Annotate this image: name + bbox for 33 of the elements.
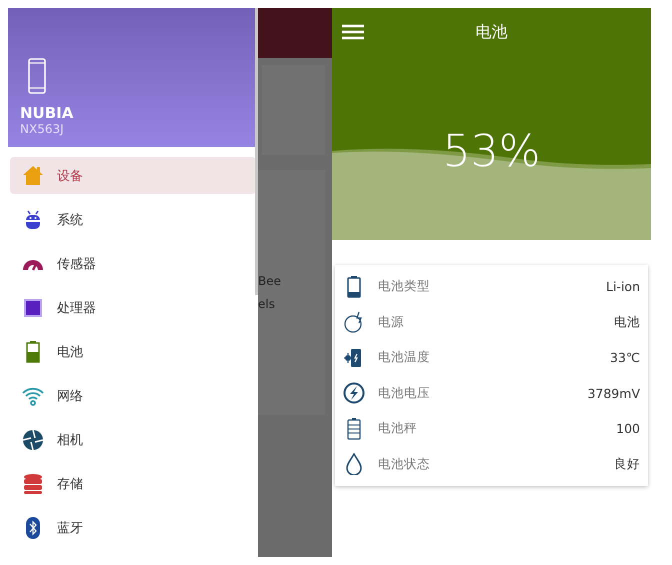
- battery-percentage: 53%: [442, 126, 540, 177]
- info-label: 电池秤: [378, 420, 418, 438]
- lightning-icon: [343, 382, 365, 404]
- menu-icon[interactable]: [342, 24, 364, 40]
- info-value: 33℃: [610, 350, 640, 366]
- info-label: 电池电压: [378, 384, 431, 402]
- drawer-item[interactable]: 传感器: [10, 245, 256, 282]
- info-value: Li-ion: [606, 279, 640, 294]
- info-label: 电池状态: [378, 456, 431, 473]
- info-label: 电池类型: [378, 278, 431, 296]
- drawer-item[interactable]: 设备: [10, 157, 256, 194]
- info-label: 电源: [378, 314, 405, 331]
- info-value: 3789mV: [587, 386, 640, 401]
- aperture-icon: [22, 428, 44, 450]
- device-model: NX563J: [20, 122, 65, 136]
- card-text: els: [258, 296, 276, 313]
- info-value: 良好: [614, 456, 640, 473]
- info-value: 电池: [614, 314, 640, 331]
- drawer-item[interactable]: 处理器: [10, 289, 256, 326]
- phone-icon: [28, 58, 46, 94]
- drawer-item[interactable]: 相机: [10, 421, 256, 458]
- drawer-item[interactable]: 蓝牙: [10, 509, 256, 546]
- screen-title: 电池: [476, 22, 508, 40]
- drawer-item[interactable]: 网络: [10, 377, 256, 414]
- info-label: 电池温度: [378, 349, 431, 366]
- card-text: Bee: [258, 273, 282, 290]
- home-icon: [22, 164, 44, 186]
- info-value: 100: [616, 421, 640, 436]
- drawer-item[interactable]: 电池: [10, 333, 256, 370]
- drawer-item[interactable]: 存储: [10, 465, 256, 502]
- database-icon: [22, 472, 44, 494]
- chip-icon: [22, 296, 44, 318]
- device-name: NUBIA: [20, 104, 74, 122]
